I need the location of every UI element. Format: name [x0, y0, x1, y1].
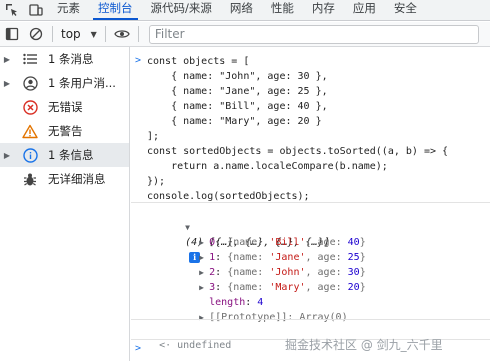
code-line: return a.name.localeCompare(b.name);	[147, 161, 388, 172]
sidebar-item-verbose[interactable]: 无详细消息	[0, 167, 129, 191]
code-line: { name: "Mary", age: 20 }	[147, 116, 322, 127]
expand-arrow-icon[interactable]: ▶	[199, 280, 209, 295]
age-value: 20	[347, 282, 360, 293]
prototype-label: [[Prototype]]: Array(0)	[209, 312, 348, 323]
return-arrow-icon: <·	[159, 340, 172, 351]
sidebar-item-label: 无警告	[48, 124, 83, 138]
context-selector[interactable]: top ▼	[57, 27, 101, 41]
tab-memory[interactable]: 内存	[303, 0, 344, 18]
name-value: 'Mary'	[269, 282, 306, 293]
code-line: { name: "John", age: 30 },	[147, 71, 328, 82]
user-icon	[20, 73, 40, 93]
age-value: 30	[347, 267, 360, 278]
tab-network[interactable]: 网络	[221, 0, 262, 18]
name-value: 'Bill'	[269, 237, 306, 248]
toolbar-divider	[52, 26, 53, 42]
sidebar-item-user-messages[interactable]: ▶ 1 条用户消...	[0, 71, 129, 95]
sidebar-item-label: 1 条信息	[48, 148, 94, 162]
tab-console[interactable]: 控制台	[89, 0, 142, 20]
length-value: 4	[257, 297, 264, 308]
sidebar-item-errors[interactable]: 无错误	[0, 95, 129, 119]
return-value: undefined	[177, 340, 232, 351]
sidebar-item-label: 1 条用户消...	[48, 76, 116, 90]
tab-security[interactable]: 安全	[385, 0, 426, 18]
age-value: 40	[347, 237, 360, 248]
console-output-area[interactable]: > const objects = [ { name: "John", age:…	[131, 47, 490, 361]
devtools-tab-bar: 元素 控制台 源代码/来源 网络 性能 内存 应用 安全	[0, 0, 490, 21]
sidebar-item-label: 无详细消息	[48, 172, 106, 186]
code-line: { name: "Bill", age: 40 },	[147, 101, 328, 112]
context-label: top	[61, 27, 81, 41]
return-value-row: <· undefined	[131, 323, 231, 351]
clear-console-icon[interactable]	[24, 22, 48, 46]
tab-elements[interactable]: 元素	[48, 0, 89, 18]
device-toolbar-icon[interactable]	[24, 0, 48, 20]
code-line: });	[147, 176, 166, 187]
console-input-chevron-icon[interactable]: >	[135, 343, 141, 354]
toolbar-divider	[137, 26, 139, 42]
expand-arrow-icon[interactable]: ▶	[199, 265, 209, 280]
info-icon	[20, 145, 40, 165]
collapse-arrow-icon[interactable]: ▼	[185, 220, 195, 235]
log-output: ▼ (4) [{…}, {…}, {…}, {…}] i ▶ 0: {name: …	[131, 205, 490, 323]
filter-input[interactable]: Filter	[148, 24, 479, 44]
age-value: 25	[347, 252, 360, 263]
sidebar-item-warnings[interactable]: 无警告	[0, 119, 129, 143]
length-key: length	[209, 297, 246, 308]
live-expression-eye-icon[interactable]	[110, 22, 134, 46]
message-divider	[131, 319, 490, 320]
name-value: 'John'	[269, 267, 306, 278]
console-toolbar: top ▼ Filter	[0, 22, 490, 47]
sidebar-toggle-icon[interactable]	[0, 22, 24, 46]
panel-tabs: 元素 控制台 源代码/来源 网络 性能 内存 应用 安全	[48, 0, 426, 20]
entered-code: const objects = [ { name: "John", age: 3…	[131, 54, 490, 204]
sidebar-item-messages[interactable]: ▶ 1 条消息	[0, 47, 129, 71]
list-icon	[20, 49, 40, 69]
warning-icon	[20, 121, 40, 141]
code-line: ];	[147, 131, 160, 142]
expand-arrow-icon[interactable]: ▶	[199, 235, 209, 250]
watermark: 掘金技术社区 @ 剑九_六千里	[285, 338, 443, 352]
expand-arrow-icon[interactable]: ▶	[0, 79, 14, 88]
array-summary-row[interactable]: ▼ (4) [{…}, {…}, {…}, {…}] i	[131, 205, 490, 263]
sidebar-item-label: 1 条消息	[48, 52, 94, 66]
expand-arrow-icon[interactable]: ▶	[199, 250, 209, 265]
error-icon	[20, 97, 40, 117]
code-line: const sortedObjects = objects.toSorted((…	[147, 146, 449, 157]
chevron-down-icon: ▼	[90, 29, 97, 39]
bug-icon	[20, 169, 40, 189]
sidebar-item-info[interactable]: ▶ 1 条信息	[0, 143, 129, 167]
code-line: { name: "Jane", age: 25 },	[147, 86, 328, 97]
inspect-element-icon[interactable]	[0, 0, 24, 20]
toolbar-divider	[104, 26, 106, 42]
tab-performance[interactable]: 性能	[262, 0, 303, 18]
expand-arrow-icon[interactable]: ▶	[0, 151, 14, 160]
tab-application[interactable]: 应用	[344, 0, 385, 18]
console-sidebar: ▶ 1 条消息 ▶ 1 条用户消... 无错误 无警告 ▶ 1 条信息 无详细消…	[0, 47, 130, 361]
message-divider	[131, 202, 490, 203]
sidebar-item-label: 无错误	[48, 100, 83, 114]
name-value: 'Jane'	[269, 252, 306, 263]
tab-sources[interactable]: 源代码/来源	[142, 0, 221, 18]
code-line: const objects = [	[147, 56, 250, 67]
expand-arrow-icon[interactable]: ▶	[0, 55, 14, 64]
